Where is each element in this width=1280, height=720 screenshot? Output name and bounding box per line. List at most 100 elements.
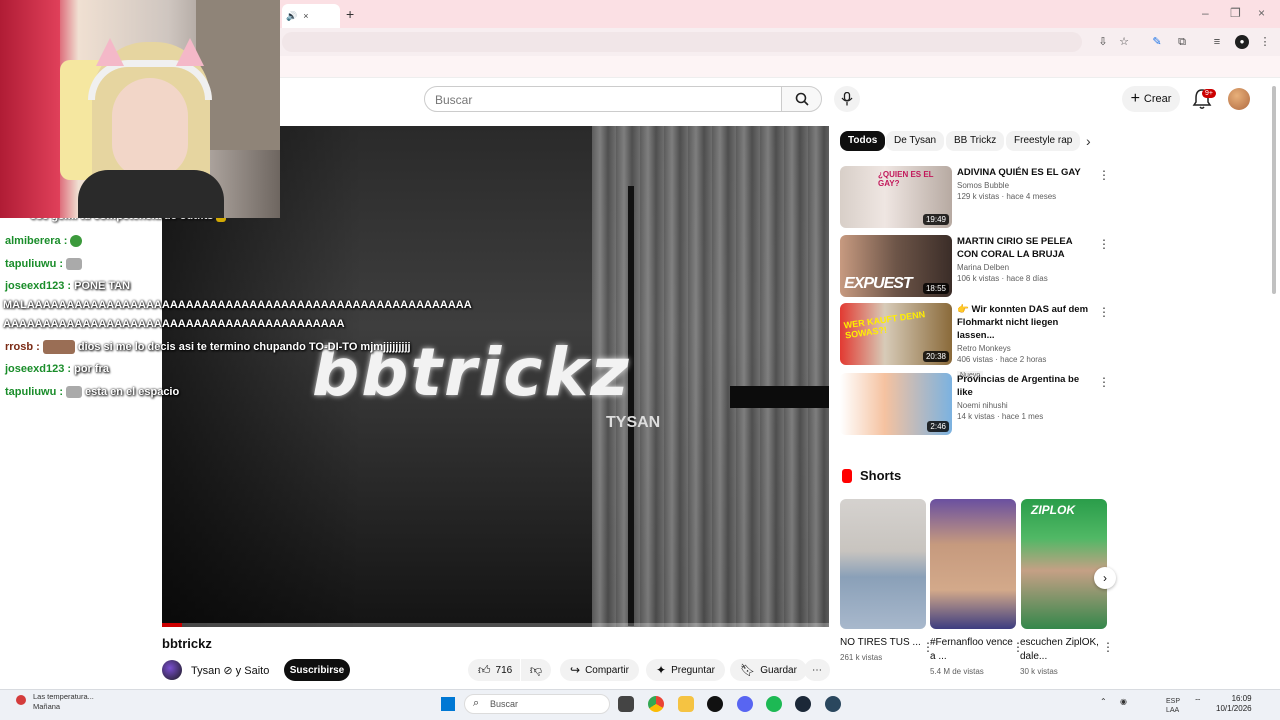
short-thumbnail[interactable] — [930, 499, 1016, 629]
recommended-video[interactable]: EXPUEST 18:55 MARTIN CIRIO SE PELEA CON C… — [840, 235, 1110, 299]
share-icon: ↪ — [570, 663, 581, 677]
webcam-headphones — [88, 60, 212, 100]
search-icon — [795, 92, 809, 106]
chip-all[interactable]: Todos — [840, 131, 886, 151]
video-duration: 18:55 — [922, 283, 949, 294]
steam-icon[interactable] — [795, 696, 811, 712]
maximize-button[interactable]: ❐ — [1230, 6, 1241, 20]
chrome-icon[interactable] — [648, 696, 664, 712]
short-views: 30 k vistas — [1020, 667, 1058, 676]
short-title[interactable]: escuchen ZiplOK, dale... — [1020, 636, 1106, 664]
address-bar[interactable] — [282, 32, 1082, 52]
dislike-button[interactable]: 👎︎ — [521, 659, 551, 681]
page-scrollbar[interactable] — [1272, 86, 1276, 294]
discord-icon[interactable] — [737, 696, 753, 712]
taskbar-search[interactable]: ⌕ Buscar — [464, 694, 610, 714]
video-title[interactable]: ADIVINA QUIÉN ES EL GAY — [957, 166, 1095, 179]
emote-icon — [42, 340, 75, 354]
short-thumbnail[interactable]: ZIPLOK — [1021, 499, 1107, 629]
video-thumbnail[interactable]: EXPUEST 18:55 — [840, 235, 952, 297]
more-options-icon[interactable]: ⋮ — [1098, 237, 1110, 251]
shorts-next-chevron-icon[interactable]: › — [1094, 567, 1116, 589]
channel-name[interactable]: Tysan ⊘ y Saito — [191, 664, 269, 677]
short-title[interactable]: #Fernanfloo vence a ... — [930, 636, 1016, 664]
new-tab-button[interactable]: + — [346, 6, 354, 22]
bookmark-star-icon[interactable]: ☆ — [1117, 35, 1131, 49]
share-label: Compartir — [585, 664, 629, 676]
more-options-icon[interactable]: ⋮ — [1098, 375, 1110, 389]
profile-icon[interactable]: ● — [1235, 35, 1249, 49]
install-app-icon[interactable]: ⇩ — [1096, 35, 1110, 49]
more-actions-button[interactable]: ⋯ — [804, 659, 830, 681]
channel-name[interactable]: Somos Bubble — [957, 181, 1095, 190]
extensions-icon[interactable]: ⧉ — [1175, 35, 1189, 49]
chat-message: MALAAAAAAAAAAAAAAAAAAAAAAAAAAAAAAAAAAAAA… — [3, 299, 472, 311]
browser-menu-icon[interactable]: ⋮ — [1258, 35, 1272, 49]
chip-bb-trickz[interactable]: BB Trickz — [946, 131, 1005, 151]
task-view-icon[interactable] — [618, 696, 634, 712]
create-button[interactable]: + Crear — [1122, 86, 1180, 112]
share-button[interactable]: ↪ Compartir — [560, 659, 639, 681]
browser-tab-active[interactable]: 🔊 × — [282, 4, 340, 28]
short-thumbnail[interactable] — [840, 499, 926, 629]
more-options-icon[interactable]: ⋮ — [1102, 640, 1114, 654]
search-icon: ⌕ — [473, 697, 480, 709]
channel-name[interactable]: Retro Monkeys — [957, 344, 1095, 353]
more-options-icon[interactable]: ⋮ — [1098, 168, 1110, 182]
channel-name[interactable]: Noemi nihushi — [957, 401, 1095, 410]
ask-button[interactable]: ✦ Preguntar — [646, 659, 725, 681]
more-options-icon[interactable]: ⋮ — [1098, 305, 1110, 319]
channel-avatar[interactable] — [162, 660, 182, 680]
chips-next-chevron-icon[interactable]: › — [1086, 133, 1091, 149]
extension-translate-icon[interactable]: ✎ — [1150, 35, 1164, 49]
tab-close-button[interactable]: × — [303, 11, 308, 21]
voice-search-button[interactable] — [834, 86, 860, 112]
video-thumbnail[interactable]: WER KAUFT DENN SOWAS?! 20:38 — [840, 303, 952, 365]
taskbar-clock[interactable]: 16:09 10/1/2026 — [1216, 694, 1252, 714]
thumbs-up-icon: 👍︎ — [478, 662, 491, 677]
language-indicator[interactable]: ESP LAA — [1166, 697, 1180, 715]
save-label: Guardar — [760, 664, 797, 676]
emote-icon — [66, 386, 83, 399]
channel-name[interactable]: Marina Delben — [957, 263, 1095, 272]
search-input[interactable]: Buscar — [424, 86, 782, 112]
video-stats: 129 k vistas · hace 4 meses — [957, 192, 1057, 201]
file-explorer-icon[interactable] — [678, 696, 694, 712]
video-title[interactable]: 👉 Wir konnten DAS auf dem Flohmarkt nich… — [957, 303, 1095, 342]
video-thumbnail[interactable]: ¿QUIEN ES EL GAY? 19:49 — [840, 166, 952, 228]
video-title[interactable]: Provincias de Argentina be like — [957, 373, 1095, 399]
emote-icon — [66, 258, 83, 271]
video-title[interactable]: MARTIN CIRIO SE PELEA CON CORAL LA BRUJA — [957, 235, 1095, 261]
save-button[interactable]: 🔖︎ Guardar — [730, 659, 807, 681]
recommended-video[interactable]: 2:46 Provincias de Argentina be like Noem… — [840, 373, 1110, 437]
sparkle-icon: ✦ — [656, 663, 667, 677]
video-progress-bar[interactable] — [162, 623, 829, 627]
search-button[interactable] — [781, 86, 822, 112]
chat-username: joseexd123 : — [5, 280, 72, 292]
short-info: NO TIRES TUS ... 261 k vistas ⋮ — [840, 636, 934, 662]
spotify-icon[interactable] — [766, 696, 782, 712]
obs-icon[interactable] — [707, 696, 723, 712]
account-avatar[interactable] — [1228, 88, 1250, 110]
close-window-button[interactable]: × — [1258, 6, 1265, 20]
chip-de-tysan[interactable]: De Tysan — [886, 131, 945, 151]
recommended-video[interactable]: ¿QUIEN ES EL GAY? 19:49 ADIVINA QUIÉN ES … — [840, 166, 1110, 230]
create-label: Crear — [1143, 93, 1172, 105]
video-frame-mic-arm — [730, 386, 829, 408]
tray-overflow-icon[interactable]: ⌃ — [1100, 697, 1107, 706]
windows-start-icon[interactable] — [441, 697, 455, 711]
steam-alt-icon[interactable] — [825, 696, 841, 712]
tray-network-icon[interactable]: ◉ — [1120, 697, 1127, 706]
subscribe-button[interactable]: Suscribirse — [284, 659, 350, 681]
chip-freestyle-rap[interactable]: Freestyle rap — [1006, 131, 1081, 151]
minimize-button[interactable]: – — [1202, 6, 1209, 20]
tray-wifi-icon[interactable]: ⌔ — [1194, 697, 1202, 707]
recommended-video[interactable]: WER KAUFT DENN SOWAS?! 20:38 👉 Wir konnte… — [840, 303, 1110, 380]
video-duration: 20:38 — [922, 351, 949, 362]
video-progress-fill — [162, 623, 182, 627]
short-title[interactable]: NO TIRES TUS ... — [840, 636, 926, 650]
tab-search-icon[interactable]: ≡ — [1210, 35, 1224, 49]
audio-playing-icon[interactable]: 🔊 — [286, 11, 297, 22]
video-thumbnail[interactable]: 2:46 — [840, 373, 952, 435]
like-button[interactable]: 👍︎ 716 — [468, 659, 520, 681]
